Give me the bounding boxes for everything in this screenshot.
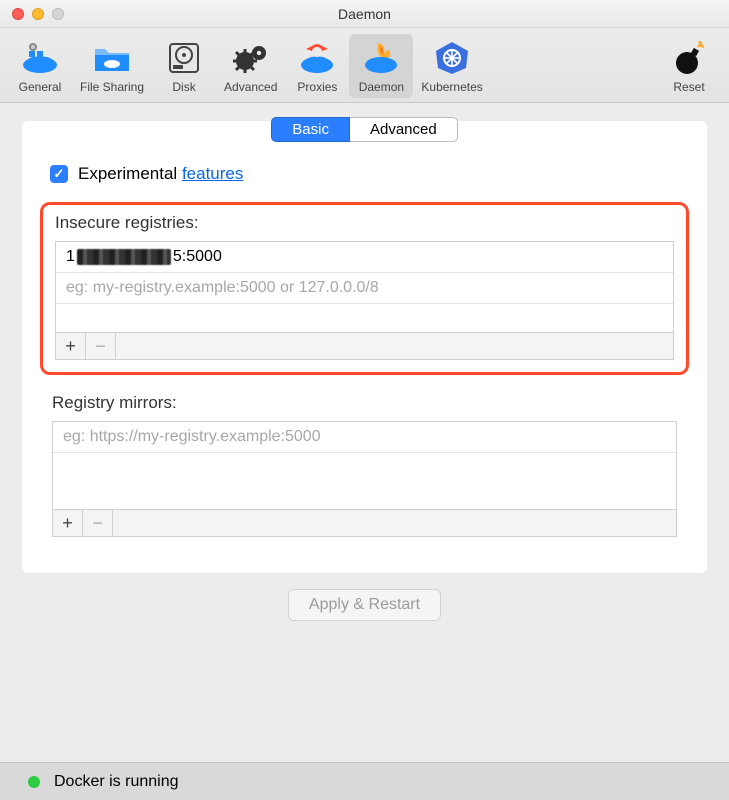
- whale-arrows-icon: [293, 38, 341, 78]
- experimental-checkbox[interactable]: ✓: [50, 165, 68, 183]
- toolbar-label: Advanced: [224, 80, 277, 94]
- gears-icon: [227, 38, 275, 78]
- toolbar-item-reset[interactable]: Reset: [657, 34, 721, 98]
- toolbar-label: General: [19, 80, 62, 94]
- window-minimize-button[interactable]: [32, 8, 44, 20]
- status-indicator-icon: [28, 776, 40, 788]
- mirror-placeholder-row[interactable]: eg: https://my-registry.example:5000: [53, 422, 676, 453]
- toolbar-item-kubernetes[interactable]: Kubernetes: [413, 34, 490, 98]
- remove-registry-button[interactable]: −: [86, 333, 116, 359]
- toolbar-item-file-sharing[interactable]: File Sharing: [72, 34, 152, 98]
- registry-entry[interactable]: 15:5000: [56, 242, 673, 273]
- toolbar-item-disk[interactable]: Disk: [152, 34, 216, 98]
- preferences-toolbar: General File Sharing Disk: [0, 28, 729, 103]
- toolbar-label: Daemon: [359, 80, 404, 94]
- empty-row: [53, 453, 676, 481]
- add-mirror-button[interactable]: +: [53, 510, 83, 536]
- remove-mirror-button[interactable]: −: [83, 510, 113, 536]
- experimental-row: ✓ Experimental features: [50, 164, 689, 184]
- empty-row: [53, 481, 676, 509]
- insecure-registries-label: Insecure registries:: [55, 213, 674, 233]
- registry-placeholder-row[interactable]: eg: my-registry.example:5000 or 127.0.0.…: [56, 273, 673, 304]
- redacted-ip: [77, 249, 171, 265]
- empty-row: [56, 304, 673, 332]
- tab-basic[interactable]: Basic: [271, 117, 350, 142]
- tab-advanced[interactable]: Advanced: [350, 117, 458, 142]
- folder-whale-icon: [88, 38, 136, 78]
- toolbar-label: Proxies: [297, 80, 337, 94]
- traffic-lights: [12, 8, 64, 20]
- apply-restart-button[interactable]: Apply & Restart: [288, 589, 441, 621]
- toolbar-label: Disk: [172, 80, 195, 94]
- disk-icon: [160, 38, 208, 78]
- window-title: Daemon: [0, 6, 729, 22]
- whale-gear-icon: [16, 38, 64, 78]
- mirrors-controls: + −: [53, 509, 676, 536]
- status-text: Docker is running: [54, 773, 179, 791]
- toolbar-label: Kubernetes: [421, 80, 482, 94]
- insecure-registries-section: Insecure registries: 15:5000 eg: my-regi…: [40, 202, 689, 375]
- toolbar-label: Reset: [673, 80, 704, 94]
- experimental-label: Experimental features: [78, 164, 243, 184]
- segmented-tabs: Basic Advanced: [40, 117, 689, 142]
- whale-fire-icon: [357, 38, 405, 78]
- check-icon: ✓: [54, 166, 65, 182]
- insecure-registries-list: 15:5000 eg: my-registry.example:5000 or …: [55, 241, 674, 360]
- kubernetes-icon: [428, 38, 476, 78]
- bomb-icon: [665, 38, 713, 78]
- toolbar-item-general[interactable]: General: [8, 34, 72, 98]
- registry-mirrors-list: eg: https://my-registry.example:5000 + −: [52, 421, 677, 537]
- add-registry-button[interactable]: +: [56, 333, 86, 359]
- status-bar: Docker is running: [0, 762, 729, 800]
- window-maximize-button: [52, 8, 64, 20]
- features-link[interactable]: features: [182, 164, 243, 183]
- toolbar-item-daemon[interactable]: Daemon: [349, 34, 413, 98]
- toolbar-item-proxies[interactable]: Proxies: [285, 34, 349, 98]
- window-close-button[interactable]: [12, 8, 24, 20]
- daemon-panel: Basic Advanced ✓ Experimental features I…: [22, 121, 707, 573]
- insecure-controls: + −: [56, 332, 673, 359]
- toolbar-label: File Sharing: [80, 80, 144, 94]
- titlebar: Daemon: [0, 0, 729, 28]
- toolbar-item-advanced[interactable]: Advanced: [216, 34, 285, 98]
- registry-mirrors-label: Registry mirrors:: [52, 393, 677, 413]
- registry-mirrors-section: Registry mirrors: eg: https://my-registr…: [40, 393, 689, 537]
